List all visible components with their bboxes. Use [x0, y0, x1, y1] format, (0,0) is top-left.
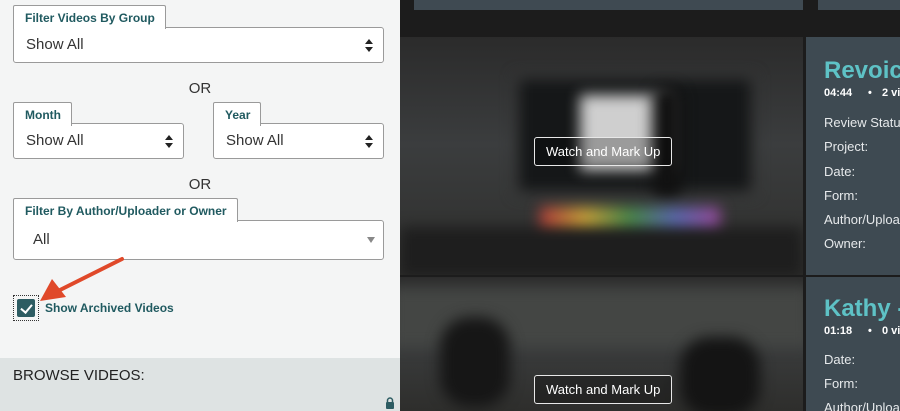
- meta-separator: •: [868, 325, 872, 337]
- video-card: Watch and Mark Up Revoici 04:44 • 2 vi R…: [400, 37, 900, 275]
- form-field: Form:: [824, 376, 858, 391]
- year-filter-value: Show All: [226, 132, 284, 149]
- select-arrows-icon: [365, 135, 373, 148]
- date-field: Date:: [824, 164, 856, 179]
- blurred-person: [680, 337, 760, 411]
- video-title[interactable]: Revoici: [824, 57, 900, 85]
- check-icon: [17, 299, 35, 317]
- video-info-panel: Revoici 04:44 • 2 vi Review Status Proje…: [806, 37, 900, 275]
- form-field: Form:: [824, 188, 858, 203]
- author-field: Author/Uploa: [824, 400, 900, 411]
- red-arrow-annotation: [40, 257, 124, 301]
- date-field: Date:: [824, 352, 856, 367]
- owner-field: Owner:: [824, 236, 866, 251]
- browse-videos-header: BROWSE VIDEOS:: [0, 358, 400, 411]
- browse-videos-title: BROWSE VIDEOS:: [13, 367, 145, 384]
- group-filter-value: Show All: [26, 36, 84, 53]
- lock-icon: [386, 397, 394, 409]
- year-filter-select[interactable]: Show All: [213, 123, 384, 159]
- month-filter-select[interactable]: Show All: [13, 123, 184, 159]
- group-filter-select[interactable]: Show All: [13, 27, 384, 63]
- author-field: Author/Uploa: [824, 212, 900, 227]
- watch-and-mark-up-button[interactable]: Watch and Mark Up: [534, 375, 673, 404]
- author-filter-select[interactable]: All: [13, 220, 384, 260]
- video-thumbnail[interactable]: Watch and Mark Up: [400, 277, 803, 411]
- author-filter-value: All: [33, 231, 50, 248]
- or-separator: OR: [188, 80, 212, 97]
- meta-separator: •: [868, 87, 872, 99]
- previous-video-card-edge: [414, 0, 803, 10]
- video-thumbnail[interactable]: Watch and Mark Up: [400, 37, 803, 275]
- video-info-panel: Kathy - 01:18 • 0 vi Date: Form: Author/…: [806, 277, 900, 411]
- video-meta-count: 2 vi: [882, 87, 900, 99]
- video-list: Watch and Mark Up Revoici 04:44 • 2 vi R…: [400, 0, 900, 411]
- video-title[interactable]: Kathy -: [824, 295, 900, 323]
- filter-panel: Filter Videos By Group Show All OR Month…: [0, 0, 400, 411]
- watch-and-mark-up-button[interactable]: Watch and Mark Up: [534, 137, 673, 166]
- author-filter-label: Filter By Author/Uploader or Owner: [13, 198, 238, 222]
- select-arrows-icon: [365, 39, 373, 52]
- video-duration: 01:18: [824, 325, 853, 337]
- month-filter-value: Show All: [26, 132, 84, 149]
- month-filter-label: Month: [13, 102, 72, 126]
- blurred-chairs: [400, 227, 803, 275]
- review-status-field: Review Status: [824, 115, 900, 130]
- blurred-person: [440, 317, 510, 407]
- or-separator: OR: [188, 176, 212, 193]
- show-archived-checkbox[interactable]: [13, 295, 39, 321]
- year-filter-label: Year: [213, 102, 262, 126]
- caret-down-icon: [367, 237, 375, 243]
- video-card: Watch and Mark Up Kathy - 01:18 • 0 vi D…: [400, 277, 900, 411]
- group-filter-label: Filter Videos By Group: [13, 5, 166, 29]
- video-meta-count: 0 vi: [882, 325, 900, 337]
- select-arrows-icon: [165, 135, 173, 148]
- project-field: Project:: [824, 139, 869, 154]
- video-duration: 04:44: [824, 87, 853, 99]
- previous-video-info-edge: [818, 0, 900, 10]
